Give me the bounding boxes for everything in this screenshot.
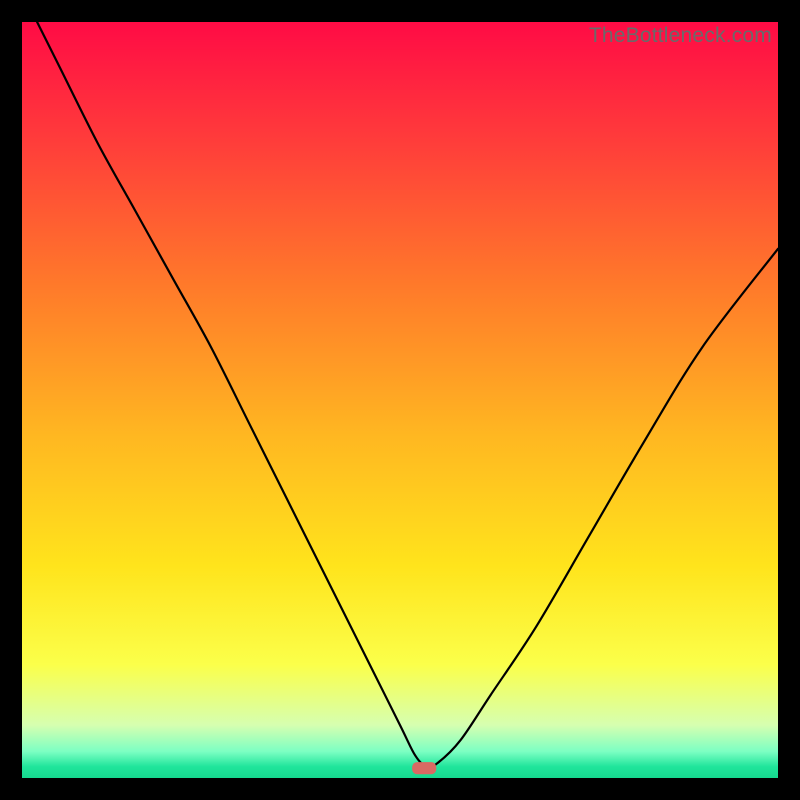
- watermark-text: TheBottleneck.com: [589, 24, 772, 48]
- chart-frame: TheBottleneck.com: [22, 22, 778, 778]
- bottleneck-chart: [22, 22, 778, 778]
- chart-background: [22, 22, 778, 778]
- optimal-marker: [412, 762, 436, 774]
